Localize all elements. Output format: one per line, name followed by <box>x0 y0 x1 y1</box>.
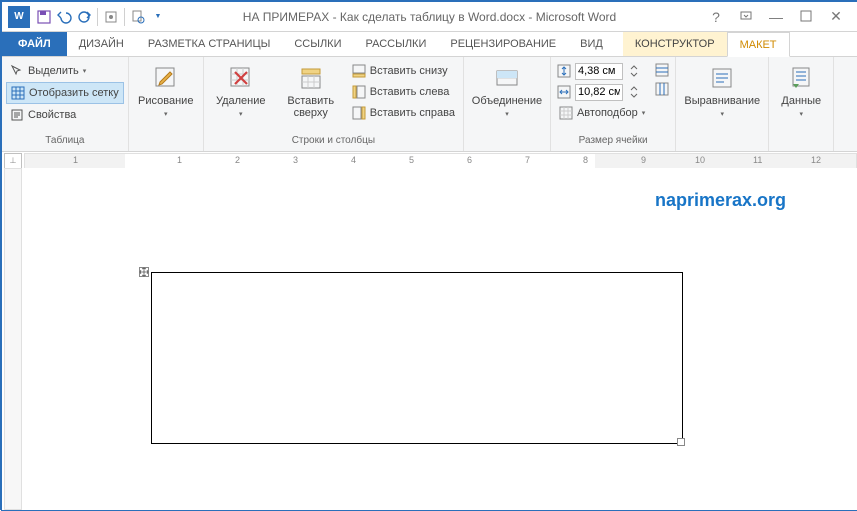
tab-view[interactable]: ВИД <box>568 32 615 56</box>
document-area: naprimerax.org <box>2 168 857 510</box>
tab-table-layout[interactable]: МАКЕТ <box>727 32 790 57</box>
insert-below-button[interactable]: Вставить снизу <box>348 61 459 81</box>
select-label: Выделить <box>28 65 79 77</box>
select-button[interactable]: Выделить▾ <box>6 61 124 81</box>
group-alignment: Выравнивание ▾ <box>676 57 769 151</box>
group-merge: Объединение ▾ <box>464 57 551 151</box>
merge-icon <box>492 63 522 93</box>
alignment-icon <box>707 63 737 93</box>
insert-right-button[interactable]: Вставить справа <box>348 103 459 123</box>
width-spinner-icon[interactable] <box>625 83 643 101</box>
qat-dropdown-icon[interactable]: ▼ <box>149 8 167 26</box>
merge-button[interactable]: Объединение ▾ <box>468 59 546 121</box>
insert-above-button[interactable]: Вставить сверху <box>278 59 344 119</box>
tab-table-design[interactable]: КОНСТРУКТОР <box>623 32 727 56</box>
tab-design[interactable]: ДИЗАЙН <box>67 32 136 56</box>
word-logo-icon: W <box>8 6 30 28</box>
draw-button[interactable]: Рисование ▾ <box>133 59 199 121</box>
table-move-handle-icon[interactable] <box>139 267 149 277</box>
height-spinner-icon[interactable] <box>625 62 643 80</box>
page[interactable]: naprimerax.org <box>36 192 826 510</box>
tab-file[interactable]: ФАЙЛ <box>2 32 67 56</box>
quick-access-toolbar: W ▼ <box>2 6 171 28</box>
insert-left-button[interactable]: Вставить слева <box>348 82 459 102</box>
undo-icon[interactable] <box>55 8 73 26</box>
autofit-label: Автоподбор <box>577 107 638 119</box>
pencil-icon <box>151 63 181 93</box>
group-table: Выделить▾ Отобразить сетку Свойства Табл… <box>2 57 129 151</box>
data-label: Данные <box>781 95 821 107</box>
delete-button[interactable]: Удаление ▾ <box>208 59 274 121</box>
group-data: Данные ▾ <box>769 57 834 151</box>
group-table-label: Таблица <box>6 135 124 151</box>
tab-review[interactable]: РЕЦЕНЗИРОВАНИЕ <box>438 32 568 56</box>
save-icon[interactable] <box>35 8 53 26</box>
distribute-rows-icon[interactable] <box>653 61 671 79</box>
alignment-button[interactable]: Выравнивание ▾ <box>680 59 764 121</box>
row-height <box>555 61 649 81</box>
distribute-cols-icon[interactable] <box>653 80 671 98</box>
col-width-input[interactable] <box>575 84 623 101</box>
maximize-icon[interactable] <box>797 9 815 25</box>
view-gridlines-label: Отобразить сетку <box>29 87 119 99</box>
table-cell[interactable] <box>151 272 683 444</box>
properties-label: Свойства <box>28 109 76 121</box>
insert-right-label: Вставить справа <box>370 107 455 119</box>
column-width <box>555 82 649 102</box>
view-gridlines-button[interactable]: Отобразить сетку <box>6 82 124 104</box>
delete-table-icon <box>226 63 256 93</box>
properties-button[interactable]: Свойства <box>6 105 124 125</box>
vertical-ruler[interactable] <box>4 168 22 510</box>
delete-label: Удаление <box>216 95 266 107</box>
data-button[interactable]: Данные ▾ <box>773 59 829 121</box>
insert-above-label: Вставить сверху <box>278 95 344 119</box>
minimize-icon[interactable]: — <box>767 9 785 25</box>
insert-below-label: Вставить снизу <box>370 65 448 77</box>
redo-icon[interactable] <box>75 8 93 26</box>
group-rows-columns: Удаление ▾ Вставить сверху Вставить сниз… <box>204 57 464 151</box>
data-icon <box>786 63 816 93</box>
title-bar: W ▼ НА ПРИМЕРАХ - Как сделать таблицу в … <box>2 2 857 32</box>
tab-mailings[interactable]: РАССЫЛКИ <box>354 32 439 56</box>
group-rows-columns-label: Строки и столбцы <box>208 135 459 151</box>
group-draw: Рисование ▾ <box>129 57 204 151</box>
autofit-button[interactable]: Автоподбор▾ <box>555 103 649 123</box>
draw-label: Рисование <box>138 95 193 107</box>
ribbon-tabs: ФАЙЛ ДИЗАЙН РАЗМЕТКА СТРАНИЦЫ ССЫЛКИ РАС… <box>2 32 857 57</box>
col-width-icon <box>555 83 573 101</box>
help-icon[interactable]: ? <box>707 9 725 25</box>
window-controls: ? — ✕ <box>695 8 857 25</box>
watermark-text: naprimerax.org <box>655 190 786 211</box>
insert-left-label: Вставить слева <box>370 86 450 98</box>
ribbon: Выделить▾ Отобразить сетку Свойства Табл… <box>2 57 857 152</box>
ribbon-options-icon[interactable] <box>737 8 755 25</box>
table-resize-handle-icon[interactable] <box>677 438 685 446</box>
print-preview-icon[interactable] <box>129 8 147 26</box>
tab-page-layout[interactable]: РАЗМЕТКА СТРАНИЦЫ <box>136 32 282 56</box>
insert-above-icon <box>296 63 326 93</box>
merge-label: Объединение <box>472 95 542 107</box>
row-height-icon <box>555 62 573 80</box>
group-cell-size: Автоподбор▾ Размер ячейки <box>551 57 676 151</box>
group-cell-size-label: Размер ячейки <box>555 135 671 151</box>
alignment-label: Выравнивание <box>684 95 760 107</box>
touch-mode-icon[interactable] <box>102 8 120 26</box>
close-icon[interactable]: ✕ <box>827 8 845 25</box>
ruler-corner-icon[interactable]: ⊥ <box>4 153 22 169</box>
row-height-input[interactable] <box>575 63 623 80</box>
tab-references[interactable]: ССЫЛКИ <box>282 32 353 56</box>
